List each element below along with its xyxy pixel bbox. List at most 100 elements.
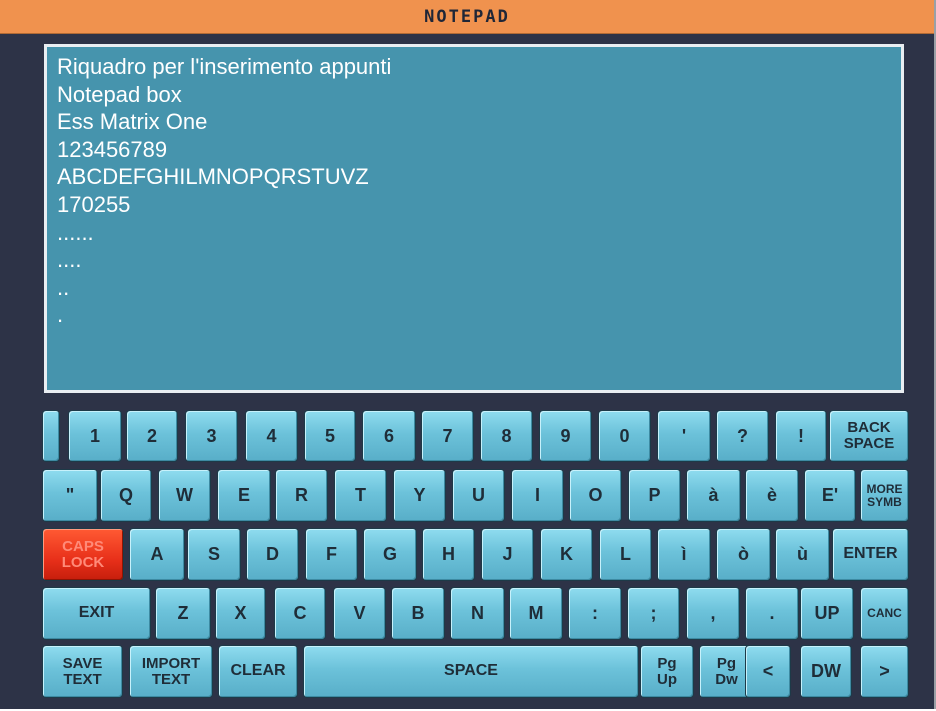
r-key[interactable]: R: [275, 469, 328, 522]
9-key[interactable]: 9: [539, 410, 592, 462]
exit-key[interactable]: EXIT: [42, 587, 151, 640]
e-acute-key[interactable]: E': [804, 469, 856, 522]
5-key[interactable]: 5: [304, 410, 356, 462]
semicolon-key[interactable]: ;: [627, 587, 680, 640]
c-key[interactable]: C: [274, 587, 326, 640]
quote-key[interactable]: ": [42, 469, 98, 522]
right-arrow-key[interactable]: >: [860, 645, 909, 698]
up-key[interactable]: UP: [800, 587, 854, 640]
y-key[interactable]: Y: [393, 469, 446, 522]
key-label: CAPS LOCK: [61, 537, 105, 571]
key-label: ,: [710, 603, 716, 624]
4-key[interactable]: 4: [245, 410, 298, 462]
v-key[interactable]: V: [333, 587, 386, 640]
n-key[interactable]: N: [450, 587, 505, 640]
question-key[interactable]: ?: [716, 410, 769, 462]
m-key[interactable]: M: [509, 587, 563, 640]
key-label: X: [234, 603, 247, 624]
e-grave-key[interactable]: è: [745, 469, 799, 522]
key-label: 2: [146, 425, 157, 446]
key-label: ì: [681, 544, 687, 565]
d-key[interactable]: D: [246, 528, 299, 581]
b-key[interactable]: B: [391, 587, 445, 640]
key-label: ò: [738, 544, 749, 565]
on-screen-keyboard: 1 2 3 4 5 6 7 8 9 0 '?! BACK SPACE " Q W E R T Y U I O Pà è E' MO…: [0, 0, 934, 709]
t-key[interactable]: T: [334, 469, 387, 522]
z-key[interactable]: Z: [155, 587, 211, 640]
clear-key[interactable]: CLEAR: [218, 645, 298, 698]
space-key[interactable]: SPACE: [303, 645, 639, 698]
dw-key[interactable]: DW: [800, 645, 852, 698]
key-label: <: [762, 661, 774, 682]
u-grave-key[interactable]: ù: [775, 528, 830, 581]
key-label: 4: [266, 425, 277, 446]
key-label: à: [708, 485, 719, 506]
back-space-key[interactable]: BACK SPACE: [829, 410, 909, 462]
key-label: SPACE: [444, 662, 498, 680]
apostrophe-key[interactable]: ': [657, 410, 711, 462]
x-key[interactable]: X: [215, 587, 266, 640]
key-label: ': [681, 425, 687, 446]
period-key[interactable]: .: [745, 587, 799, 640]
u-key[interactable]: U: [452, 469, 505, 522]
key-label: 3: [206, 425, 217, 446]
key-label: S: [207, 544, 220, 565]
canc-key[interactable]: CANC: [860, 587, 909, 640]
1-key[interactable]: 1: [68, 410, 122, 462]
6-key[interactable]: 6: [362, 410, 416, 462]
i-key[interactable]: I: [511, 469, 564, 522]
key-label: J: [502, 544, 513, 565]
key-label: ENTER: [843, 545, 898, 563]
key-label: BACK SPACE: [843, 419, 895, 452]
colon-key[interactable]: :: [568, 587, 622, 640]
key-label: D: [266, 544, 279, 565]
i-grave-key[interactable]: ì: [657, 528, 711, 581]
w-key[interactable]: W: [158, 469, 211, 522]
key-label: .: [769, 603, 775, 624]
key-label: è: [766, 485, 777, 506]
s-key[interactable]: S: [187, 528, 241, 581]
key-label: C: [293, 603, 307, 624]
l-key[interactable]: L: [599, 528, 652, 581]
import-text-key[interactable]: IMPORT TEXT: [129, 645, 213, 698]
notepad-window: NOTEPAD Riquadro per l'inserimento appun…: [0, 0, 936, 709]
key-label: DW: [811, 661, 841, 682]
exclamation-key[interactable]: !: [775, 410, 827, 462]
h-key[interactable]: H: [422, 528, 475, 581]
k-key[interactable]: K: [540, 528, 593, 581]
key-label: MORE SYMB: [866, 481, 903, 509]
o-grave-key[interactable]: ò: [716, 528, 771, 581]
key-label: K: [560, 544, 573, 565]
key-label: V: [353, 603, 366, 624]
key-label: SAVE TEXT: [62, 654, 103, 688]
save-text-key[interactable]: SAVE TEXT: [42, 645, 123, 698]
more-symb-key[interactable]: MORE SYMB: [860, 469, 909, 522]
a-grave-key[interactable]: à: [686, 469, 741, 522]
caps-lock-key[interactable]: CAPS LOCK: [42, 528, 124, 581]
3-key[interactable]: 3: [185, 410, 238, 462]
key-label: E': [821, 485, 839, 506]
p-key[interactable]: P: [628, 469, 681, 522]
enter-key[interactable]: ENTER: [832, 528, 909, 581]
comma-key[interactable]: ,: [686, 587, 740, 640]
j-key[interactable]: J: [481, 528, 534, 581]
key-label: ù: [797, 544, 808, 565]
g-key[interactable]: G: [363, 528, 417, 581]
0-key[interactable]: 0: [598, 410, 651, 462]
8-key[interactable]: 8: [480, 410, 533, 462]
e-key[interactable]: E: [217, 469, 271, 522]
key-label: I: [534, 485, 540, 506]
pg-up-key[interactable]: Pg Up: [640, 645, 694, 698]
key-label: B: [411, 603, 425, 624]
o-key[interactable]: O: [569, 469, 622, 522]
f-key[interactable]: F: [305, 528, 358, 581]
blank-key[interactable]: [42, 410, 60, 462]
2-key[interactable]: 2: [126, 410, 178, 462]
7-key[interactable]: 7: [421, 410, 474, 462]
key-label: W: [176, 485, 193, 506]
key-label: Z: [177, 603, 189, 624]
left-arrow-key[interactable]: <: [745, 645, 791, 698]
q-key[interactable]: Q: [100, 469, 152, 522]
a-key[interactable]: A: [129, 528, 185, 581]
key-label: Q: [118, 485, 133, 506]
